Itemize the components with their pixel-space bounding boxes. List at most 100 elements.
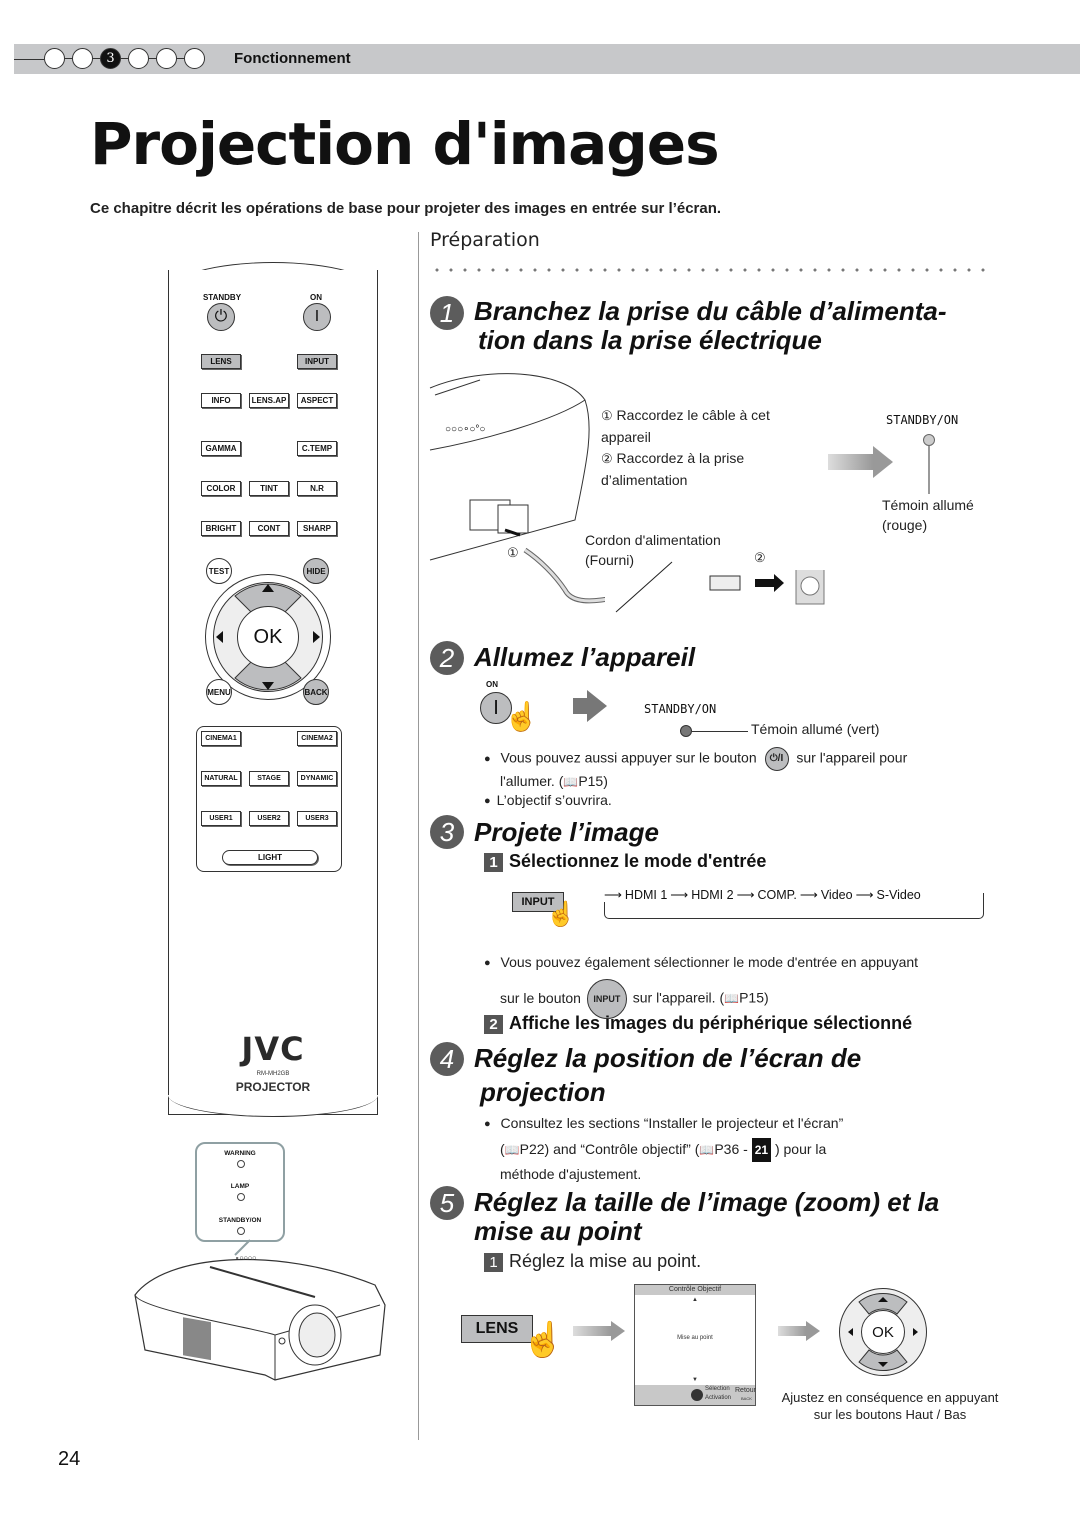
remote-cinema1-button[interactable]: CINEMA1	[201, 731, 241, 746]
remote-on-button[interactable]: I	[303, 303, 331, 331]
remote-gamma-button[interactable]: GAMMA	[201, 441, 241, 456]
step-4-bullet: Consultez les sections “Installer le pro…	[484, 1111, 984, 1186]
remote-sharp-button[interactable]: SHARP	[297, 521, 337, 536]
warning-led	[237, 1160, 245, 1168]
arrow-right-icon	[913, 1328, 918, 1336]
remote-natural-button[interactable]: NATURAL	[201, 771, 241, 786]
remote-back-button[interactable]: BACK	[303, 679, 329, 705]
step-5-caption: Ajustez en conséquence en appuyant sur l…	[781, 1390, 999, 1422]
sequence-arrow-icon: ⟶	[604, 888, 622, 902]
remote-standby-button[interactable]: ⏻	[207, 303, 235, 331]
item-number-badge: 21	[751, 1138, 772, 1162]
step-1-title-line2: tion dans la prise électrique	[478, 325, 822, 355]
input-option: COMP.	[757, 887, 797, 902]
osd-down-arrow-icon: ▼	[692, 1377, 698, 1383]
standby-on-led	[237, 1227, 245, 1235]
chapter-step-1	[44, 48, 65, 69]
remote-user2-button[interactable]: USER2	[249, 811, 289, 826]
sub-1-number: 1	[484, 1253, 503, 1272]
remote-menu-button[interactable]: MENU	[206, 679, 232, 705]
arrow-left-icon	[216, 631, 223, 643]
remote-stage-button[interactable]: STAGE	[249, 771, 289, 786]
item-2-text: Raccordez à la prise d’alimentation	[601, 450, 745, 488]
remote-lens-button[interactable]: LENS	[201, 354, 241, 369]
remote-color-button[interactable]: COLOR	[201, 481, 241, 496]
gray-arrow-icon-4	[778, 1321, 820, 1341]
step-1-item-2: ② Raccordez à la prise d’alimentation	[601, 448, 801, 490]
standby-led-green	[680, 725, 692, 737]
led-status-line2: (rouge)	[882, 517, 928, 533]
sub-1-number: 1	[484, 853, 503, 872]
sequence-arrow-icon: ⟶	[855, 888, 874, 902]
remote-tint-button[interactable]: TINT	[249, 481, 289, 496]
svg-text:∘○○○○: ∘○○○○	[235, 1255, 256, 1262]
page-ref: P15	[578, 773, 604, 789]
chapter-step-5	[156, 48, 177, 69]
step-5-title-line1: Réglez la taille de l’image (zoom) et la	[474, 1187, 940, 1217]
intro-text: Ce chapitre décrit les opérations de bas…	[90, 200, 722, 217]
page-ref-p22: P22	[519, 1141, 545, 1157]
step-4-number: 4	[430, 1042, 464, 1076]
jvc-logo: JVC	[241, 1030, 305, 1068]
step-2-bullet-1: Vous pouvez aussi appuyer sur le bouton …	[484, 747, 984, 792]
led-status-line1: Témoin allumé	[882, 497, 974, 513]
ok-button-illustration: OK	[861, 1310, 905, 1354]
remote-product-label: PROJECTOR	[235, 1080, 311, 1094]
marker-1: ①	[507, 546, 519, 561]
remote-aspect-button[interactable]: ASPECT	[297, 393, 337, 408]
arrow-left-icon	[848, 1328, 853, 1336]
pressing-hand-icon: ☝	[522, 1321, 565, 1359]
chapter-step-4	[128, 48, 149, 69]
lamp-led	[237, 1193, 245, 1201]
remote-bright-button[interactable]: BRIGHT	[201, 521, 241, 536]
input-option: HDMI 1	[624, 887, 668, 902]
step-4-title-line1: Réglez la position de l’écran de	[474, 1043, 862, 1073]
column-divider	[418, 232, 419, 1440]
remote-user1-button[interactable]: USER1	[201, 811, 241, 826]
sub-2-text: Affiche les images du périphérique sélec…	[509, 1013, 913, 1033]
osd-item: Mise au point	[677, 1335, 713, 1341]
on-icon: I	[493, 696, 499, 719]
remote-ok-button[interactable]: OK	[237, 606, 299, 668]
remote-user3-button[interactable]: USER3	[297, 811, 337, 826]
lamp-label: LAMP	[230, 1183, 250, 1190]
sub-1-text: Réglez la mise au point.	[509, 1251, 702, 1271]
remote-lens-ap-button[interactable]: LENS.AP	[249, 393, 289, 408]
remote-input-button[interactable]: INPUT	[297, 354, 337, 369]
gray-arrow-icon-2	[573, 690, 607, 722]
step-3-number: 3	[430, 815, 464, 849]
osd-ok-icon	[691, 1389, 703, 1401]
osd-body: ▲ Mise au point ▼	[635, 1295, 755, 1385]
remote-standby-label: STANDBY	[202, 293, 242, 302]
remote-n-r-button[interactable]: N.R	[297, 481, 337, 496]
step-2-bullet-2: L’objectif s’ouvrira.	[484, 790, 612, 812]
remote-info-button[interactable]: INFO	[201, 393, 241, 408]
remote-light-button[interactable]: LIGHT	[222, 850, 318, 865]
warning-label: WARNING	[224, 1150, 256, 1157]
cord-pointer-line	[615, 561, 673, 613]
cord-label-line1: Cordon d'alimentation	[585, 532, 721, 548]
sequence-arrow-icon: ⟶	[670, 888, 689, 902]
gray-arrow-icon-3	[573, 1321, 625, 1341]
remote-cinema2-button[interactable]: CINEMA2	[297, 731, 337, 746]
input-option: HDMI 2	[691, 887, 734, 902]
step-3-sub-1: 1 Sélectionnez le mode d'entrée	[484, 851, 766, 872]
projector-rear-illustration: ○○○∘○°○	[429, 373, 605, 604]
standby-on-label: STANDBY/ON	[218, 1217, 262, 1224]
step-3-title: Projete l’image	[474, 817, 659, 847]
osd-footer: Sélection Activation Retour BACK	[635, 1385, 756, 1405]
pressing-hand-icon: ☝	[504, 701, 539, 732]
step-5-number: 5	[430, 1186, 464, 1220]
on-button-label: ON	[486, 680, 498, 689]
chapter-step-2	[72, 48, 93, 69]
svg-text:○○○∘○°○: ○○○∘○°○	[445, 424, 485, 435]
page-title: Projection d'images	[90, 110, 720, 178]
step-5-title-line2: mise au point	[474, 1216, 642, 1246]
sequence-arrow-icon: ⟶	[799, 888, 818, 902]
remote-dynamic-button[interactable]: DYNAMIC	[297, 771, 337, 786]
remote-cont-button[interactable]: CONT	[249, 521, 289, 536]
gray-arrow-icon-1	[828, 446, 893, 478]
remote-c-temp-button[interactable]: C.TEMP	[297, 441, 337, 456]
led-pointer-line-2	[692, 731, 748, 732]
plug-and-outlet	[709, 570, 825, 605]
